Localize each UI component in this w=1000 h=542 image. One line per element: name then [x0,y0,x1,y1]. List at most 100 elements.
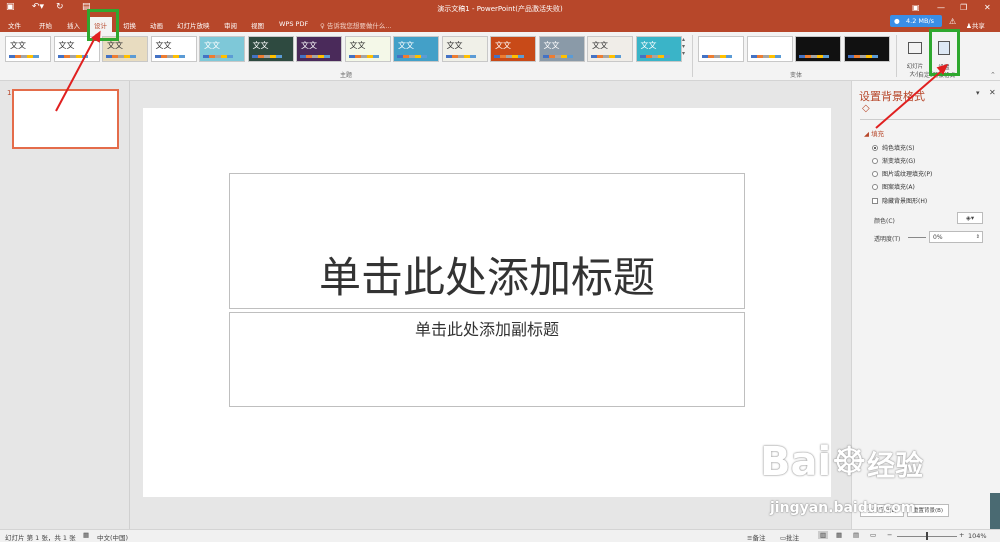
theme-color-strip [154,55,185,58]
comments-button[interactable]: ▭批注 [780,532,799,542]
radio-dot [872,158,878,164]
slide-size-button[interactable]: 幻灯片 大小 [903,35,927,78]
theme-thumbnail[interactable]: 文文 [441,36,488,62]
theme-color-strip [203,55,233,58]
variant-thumbnail[interactable] [795,36,841,62]
zoom-thumb[interactable] [926,532,928,540]
pane-options-icon[interactable]: ▾ [976,89,980,97]
subtitle-placeholder[interactable]: 单击此处添加副标题 [229,312,745,407]
theme-thumbnail[interactable]: 文文 [490,36,536,62]
theme-thumbnail[interactable]: 文文 [5,36,51,62]
slide-thumbnail[interactable] [12,89,119,149]
variant-color-strip [847,55,878,58]
theme-sample-text: 文文 [252,41,269,50]
tab-transitions[interactable]: 切换 [123,20,136,30]
spinner-icon[interactable]: ⇕ [976,232,980,243]
variant-thumbnail[interactable] [843,36,890,62]
theme-thumbnail[interactable]: 文文 [393,36,439,62]
themes-group-label: 主题 [340,72,353,79]
subtitle-placeholder-text: 单击此处添加副标题 [414,320,559,339]
theme-sample-text: 文文 [301,41,317,50]
fill-bucket-icon[interactable]: ◇ [862,103,870,114]
normal-view-icon[interactable]: ▥ [818,531,829,539]
notes-button[interactable]: ≡备注 [747,532,765,542]
tab-view[interactable]: 视图 [251,20,264,30]
tab-file[interactable]: 文件 [8,20,21,30]
theme-thumbnail[interactable]: 文文 [635,36,682,62]
network-speed-text: 4.2 MB/s [906,17,935,25]
radio-dot [872,145,878,151]
tell-me-placeholder: 告诉我您想要做什么... [326,22,392,30]
theme-thumbnail[interactable]: 文文 [587,36,633,62]
radio-solid-fill[interactable]: 纯色填充(S) [872,143,915,152]
paw-icon: ☸ [831,439,868,485]
theme-sample-text: 文文 [107,41,123,50]
hide-background-checkbox[interactable]: 隐藏背景图形(H) [872,196,927,205]
theme-thumbnail[interactable]: 文文 [199,36,245,62]
color-label: 颜色(C) [874,218,895,225]
theme-sample-text: 文文 [204,41,220,50]
radio-pattern-fill[interactable]: 图案填充(A) [872,182,915,191]
transparency-input[interactable]: 0% ⇕ [929,231,983,243]
spellcheck-icon[interactable]: ▦ [83,531,89,539]
watermark-brand: Bai [760,439,832,485]
comments-label: 批注 [786,534,800,542]
theme-sample-text: 文文 [543,41,560,50]
variant-thumbnail[interactable] [746,36,793,62]
theme-color-strip [591,55,621,58]
slide-sorter-icon[interactable]: ▦ [836,531,842,539]
color-picker-button[interactable]: ◈▾ [957,212,983,224]
watermark-url: jingyan.baidu.com [770,500,916,516]
zoom-level[interactable]: 104% [968,532,987,540]
theme-color-strip [639,55,670,58]
tab-insert[interactable]: 插入 [67,20,80,30]
tab-slideshow[interactable]: 幻灯片放映 [177,20,210,30]
status-bar: 幻灯片 第 1 张，共 1 张 ▦ 中文(中国) ≡备注 ▭批注 ▥ ▦ ▤ ▭… [0,529,1000,542]
theme-sample-text: 文文 [446,41,463,50]
gallery-scroll-icon[interactable]: ▴ ▾ ▾ [682,36,685,57]
theme-sample-text: 文文 [592,41,608,50]
window-title: 演示文稿1 - PowerPoint(产品激活失败) [437,5,563,13]
transparency-slider[interactable] [908,237,926,238]
radio-gradient-fill[interactable]: 渐变填充(G) [872,156,915,165]
slide: 单击此处添加标题 单击此处添加副标题 [143,108,831,497]
theme-thumbnail[interactable]: 文文 [247,36,294,62]
group-separator [692,35,693,77]
checkbox-label: 隐藏背景图形(H) [882,198,928,205]
tab-animations[interactable]: 动画 [150,20,163,30]
ribbon-display-icon[interactable]: ▣ [912,3,920,12]
radio-picture-fill[interactable]: 图片或纹理填充(P) [872,169,932,178]
minimize-icon[interactable]: — [937,3,945,12]
theme-sample-text: 文文 [398,41,414,50]
pane-close-icon[interactable]: ✕ [989,88,996,97]
collapse-ribbon-icon[interactable]: ⌃ [990,71,996,79]
fill-section-header[interactable]: ◢ 填充 [864,128,884,138]
tab-review[interactable]: 审阅 [224,20,237,30]
theme-thumbnail[interactable]: 文文 [344,36,391,62]
language-indicator[interactable]: 中文(中国) [97,532,128,542]
design-ribbon: 文文 文文 文文 文文 文文 文文 文文 文文 文文 文文 文文 文文 文文 文文 ▴ ▾ ▾ 幻灯片 大小 … [0,32,1000,81]
theme-color-strip [106,55,136,58]
slide-number: 1 [7,89,12,97]
tell-me-box[interactable]: ♀ 告诉我您想要做什么... [320,20,392,30]
reading-view-icon[interactable]: ▤ [853,531,859,539]
theme-thumbnail[interactable]: 文文 [538,36,585,62]
radio-label: 图案填充(A) [882,184,915,191]
slideshow-icon[interactable]: ▭ [870,531,876,539]
title-placeholder[interactable]: 单击此处添加标题 [229,173,745,309]
zoom-out-icon[interactable]: − [887,531,892,539]
pane-title: 设置背景格式 [859,90,925,103]
tab-home[interactable]: 开始 [39,20,52,30]
restore-icon[interactable]: ❐ [960,3,967,12]
variant-thumbnail[interactable] [698,36,744,62]
share-button[interactable]: ♟共享 [966,20,985,30]
title-placeholder-text: 单击此处添加标题 [318,253,655,302]
theme-thumbnail[interactable]: 文文 [150,36,197,62]
close-icon[interactable]: ✕ [984,3,991,12]
variant-color-strip [750,55,781,58]
zoom-in-icon[interactable]: + [959,531,964,539]
tab-wps-pdf[interactable]: WPS PDF [279,20,308,28]
theme-thumbnail[interactable]: 文文 [296,36,342,62]
notes-label: 备注 [752,534,766,542]
theme-color-strip [348,55,379,58]
